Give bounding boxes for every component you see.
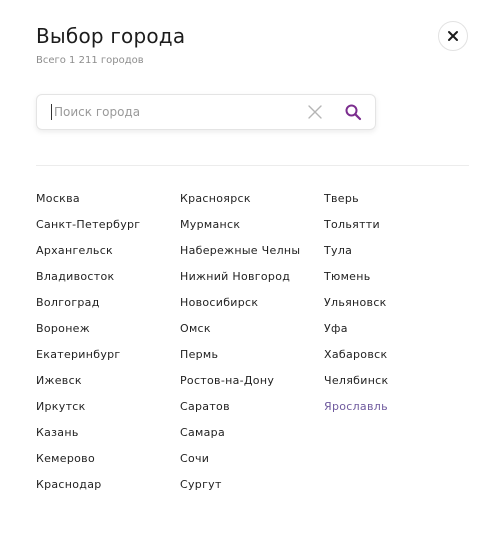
search-input[interactable] — [51, 104, 290, 120]
city-item[interactable]: Тольятти — [324, 217, 464, 232]
city-item[interactable]: Новосибирск — [180, 295, 320, 310]
city-item[interactable]: Сургут — [180, 477, 320, 492]
city-item[interactable]: Ярославль — [324, 399, 464, 414]
city-item[interactable]: Омск — [180, 321, 320, 336]
city-item[interactable]: Хабаровск — [324, 347, 464, 362]
city-item[interactable]: Нижний Новгород — [180, 269, 320, 284]
city-item[interactable]: Екатеринбург — [36, 347, 176, 362]
city-column-1: Москва Санкт-Петербург Архангельск Владивос… — [36, 191, 176, 503]
city-item[interactable]: Иркутск — [36, 399, 176, 414]
city-item[interactable]: Ростов-на-Дону — [180, 373, 320, 388]
city-item[interactable]: Казань — [36, 425, 176, 440]
city-item[interactable]: Самара — [180, 425, 320, 440]
city-item[interactable]: Уфа — [324, 321, 464, 336]
city-item[interactable]: Краснодар — [36, 477, 176, 492]
city-item[interactable]: Тюмень — [324, 269, 464, 284]
city-item[interactable]: Архангельск — [36, 243, 176, 258]
city-count: Всего 1 211 городов — [36, 55, 144, 66]
city-item[interactable]: Ижевск — [36, 373, 176, 388]
dialog-title: Выбор города — [36, 24, 186, 48]
city-select-dialog: Выбор города Всего 1 211 городов Москва С… — [0, 0, 485, 545]
city-item[interactable]: Красноярск — [180, 191, 320, 206]
close-button[interactable] — [438, 21, 468, 51]
city-item[interactable]: Кемерово — [36, 451, 176, 466]
search-icon[interactable] — [344, 103, 362, 121]
city-item[interactable]: Волгоград — [36, 295, 176, 310]
city-item[interactable]: Набережные Челны — [180, 243, 320, 258]
city-item[interactable]: Челябинск — [324, 373, 464, 388]
divider — [36, 165, 469, 166]
city-item[interactable]: Владивосток — [36, 269, 176, 284]
city-item[interactable]: Сочи — [180, 451, 320, 466]
city-item[interactable]: Пермь — [180, 347, 320, 362]
city-item[interactable]: Тверь — [324, 191, 464, 206]
close-icon — [448, 31, 458, 41]
city-item[interactable]: Москва — [36, 191, 176, 206]
search-box — [36, 94, 376, 130]
city-item[interactable]: Тула — [324, 243, 464, 258]
city-column-3: Тверь Тольятти Тула Тюмень Ульяновск Уфа Хабар… — [324, 191, 464, 425]
city-item[interactable]: Ульяновск — [324, 295, 464, 310]
city-item[interactable]: Санкт-Петербург — [36, 217, 176, 232]
city-item[interactable]: Мурманск — [180, 217, 320, 232]
city-column-2: Красноярск Мурманск Набережные Челны Нижний… — [180, 191, 320, 503]
city-item[interactable]: Воронеж — [36, 321, 176, 336]
clear-icon[interactable] — [307, 104, 323, 120]
city-item[interactable]: Саратов — [180, 399, 320, 414]
